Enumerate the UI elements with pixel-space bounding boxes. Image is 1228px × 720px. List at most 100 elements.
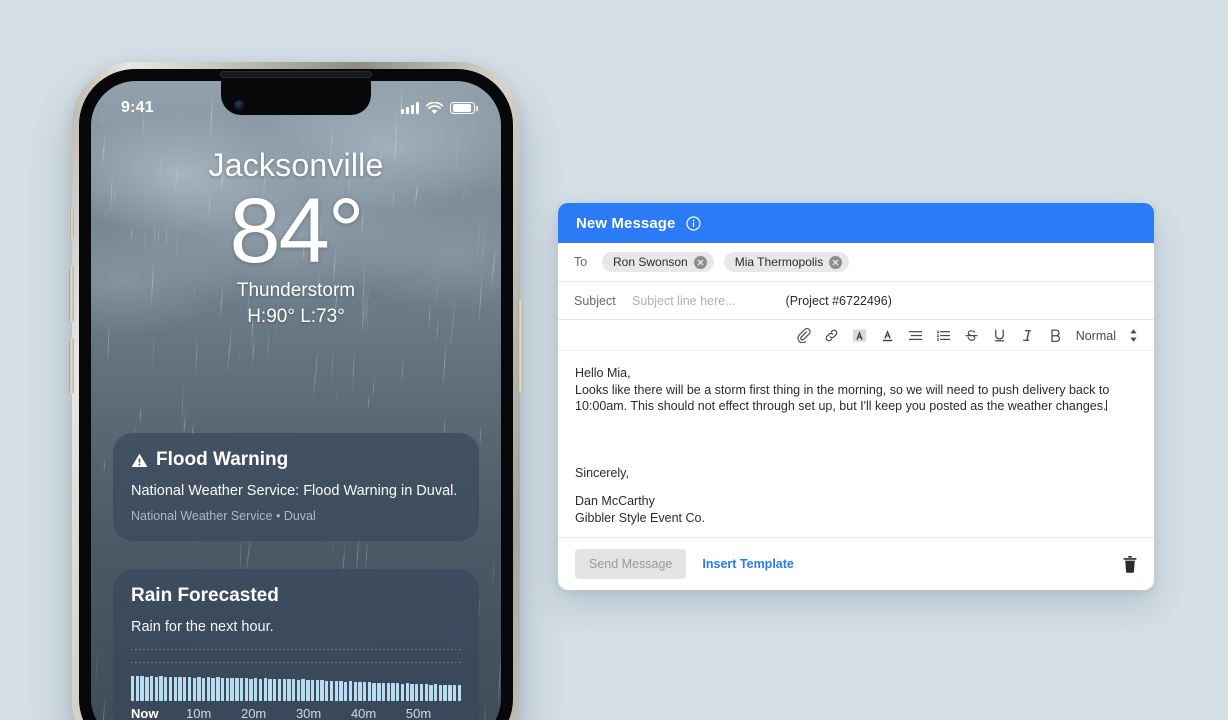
body-paragraph: Looks like there will be a storm first t… [575, 382, 1110, 414]
wifi-icon [426, 101, 443, 114]
rain-chart-bar [164, 677, 168, 701]
weather-high-low: H:90° L:73° [247, 306, 345, 328]
cellular-signal-icon [401, 102, 419, 114]
info-circle-icon[interactable] [686, 215, 702, 231]
message-body[interactable]: Hello Mia, Looks like there will be a st… [558, 351, 1154, 537]
rain-chart-bar [258, 678, 263, 701]
body-closing: Sincerely, [575, 465, 629, 480]
compose-footer: Send Message Insert Template [558, 537, 1154, 590]
rain-chart-gridline [131, 662, 461, 663]
rain-chart-bar [263, 678, 267, 701]
rain-forecast-card[interactable]: Rain Forecasted Rain for the next hour. … [113, 569, 479, 720]
link-icon[interactable] [824, 328, 839, 343]
rain-chart-axis-label: Now [131, 706, 159, 720]
warning-triangle-icon [131, 453, 148, 467]
strikethrough-icon[interactable] [964, 328, 979, 343]
text-color-icon[interactable] [880, 328, 895, 343]
subject-placeholder[interactable]: Subject line here... [632, 294, 736, 308]
battery-icon [450, 101, 478, 115]
rain-chart-bar [452, 684, 457, 701]
rain-chart-bar [386, 682, 390, 701]
rain-chart-bar [230, 678, 234, 701]
rain-chart-bar [211, 677, 215, 701]
flood-warning-card[interactable]: Flood Warning National Weather Service: … [113, 433, 479, 541]
rain-chart-bar [424, 684, 428, 701]
recipient-chip[interactable]: Ron Swonson [602, 252, 714, 272]
rain-chart-bar [400, 683, 405, 701]
rain-chart-bar [197, 677, 201, 701]
rain-chart-bar [187, 676, 192, 701]
phone-screen: 9:41 Jacksonville 84° Thunderstorm H:90°… [91, 81, 501, 720]
rain-forecast-subtitle: Rain for the next hour. [131, 619, 274, 635]
rain-chart-bar [235, 677, 239, 701]
signature-company: Gibbler Style Event Co. [575, 510, 705, 525]
rain-chart-bar [434, 684, 438, 701]
volume-up-button[interactable] [69, 266, 74, 322]
rain-chart-bar [310, 679, 315, 701]
rain-chart-bar [396, 683, 400, 701]
send-message-button[interactable]: Send Message [575, 549, 687, 579]
rain-chart-bar [202, 677, 206, 701]
rain-chart-axis-label: 40m [350, 706, 377, 720]
power-button[interactable] [518, 300, 523, 392]
rain-chart-bar [206, 677, 211, 701]
status-icons [401, 101, 478, 115]
rain-chart-bar [315, 680, 319, 701]
rain-chart-bar [410, 683, 414, 701]
rain-chart-bar [419, 684, 424, 701]
trash-icon[interactable] [1123, 555, 1137, 573]
rain-chart-bar [287, 679, 291, 701]
subject-value[interactable]: (Project #6722496) [786, 294, 892, 308]
screen-root: 9:41 Jacksonville 84° Thunderstorm H:90°… [0, 0, 1228, 720]
rain-chart-axis-label: 20m [240, 706, 267, 720]
attachment-paperclip-icon[interactable] [796, 328, 811, 343]
signature-name: Dan McCarthy [575, 494, 655, 508]
text-style-select[interactable]: Normal [1076, 329, 1116, 343]
mute-switch-button[interactable] [70, 208, 74, 238]
weather-hero: Jacksonville 84° Thunderstorm H:90° L:73… [91, 147, 501, 328]
rain-forecast-title: Rain Forecasted [131, 585, 279, 606]
recipients-row[interactable]: To Ron Swonson Mia Thermopolis [558, 243, 1154, 282]
rain-chart-bar [448, 685, 452, 701]
remove-chip-icon[interactable] [829, 255, 843, 269]
rain-chart-bar [254, 678, 258, 701]
recipient-name: Mia Thermopolis [734, 255, 824, 269]
text-caret [1106, 400, 1108, 411]
rain-chart-bar [183, 677, 187, 701]
weather-city: Jacksonville [208, 147, 384, 183]
up-down-stepper-icon[interactable] [1129, 328, 1138, 343]
underline-icon[interactable] [992, 328, 1007, 343]
rain-chart-bar [159, 676, 163, 701]
subject-row[interactable]: Subject Subject line here... (Project #6… [558, 282, 1154, 320]
to-label: To [574, 255, 588, 269]
insert-template-link[interactable]: Insert Template [702, 557, 793, 571]
rain-chart-bar [391, 683, 395, 701]
rain-chart-bar [405, 683, 409, 701]
body-greeting: Hello Mia, [575, 366, 631, 380]
numbered-list-icon[interactable] [936, 328, 951, 343]
compose-title: New Message [576, 214, 676, 232]
rain-chart-bar [291, 679, 296, 701]
rain-chart-bar [367, 682, 372, 701]
rain-chart-bar [381, 683, 386, 701]
italic-icon[interactable] [1020, 328, 1035, 343]
rain-chart-bar [249, 678, 253, 701]
rain-chart-bar [377, 682, 381, 701]
rain-chart-bar [239, 678, 244, 701]
volume-down-button[interactable] [69, 338, 74, 394]
rain-chart-bar [277, 679, 282, 701]
rain-chart-bar [145, 676, 149, 701]
rain-chart-bar [438, 684, 443, 701]
remove-chip-icon[interactable] [693, 255, 707, 269]
rain-chart-bar [168, 676, 173, 701]
rain-chart-bar [173, 677, 177, 701]
bold-icon[interactable] [1048, 328, 1063, 343]
recipient-chip[interactable]: Mia Thermopolis [723, 252, 850, 272]
text-highlight-icon[interactable] [852, 328, 867, 343]
rain-chart-bar [273, 678, 277, 701]
compose-header: New Message [558, 203, 1154, 243]
earpiece-speaker [220, 71, 372, 78]
rain-chart-bar [344, 681, 348, 701]
bulleted-list-icon[interactable] [908, 328, 923, 343]
